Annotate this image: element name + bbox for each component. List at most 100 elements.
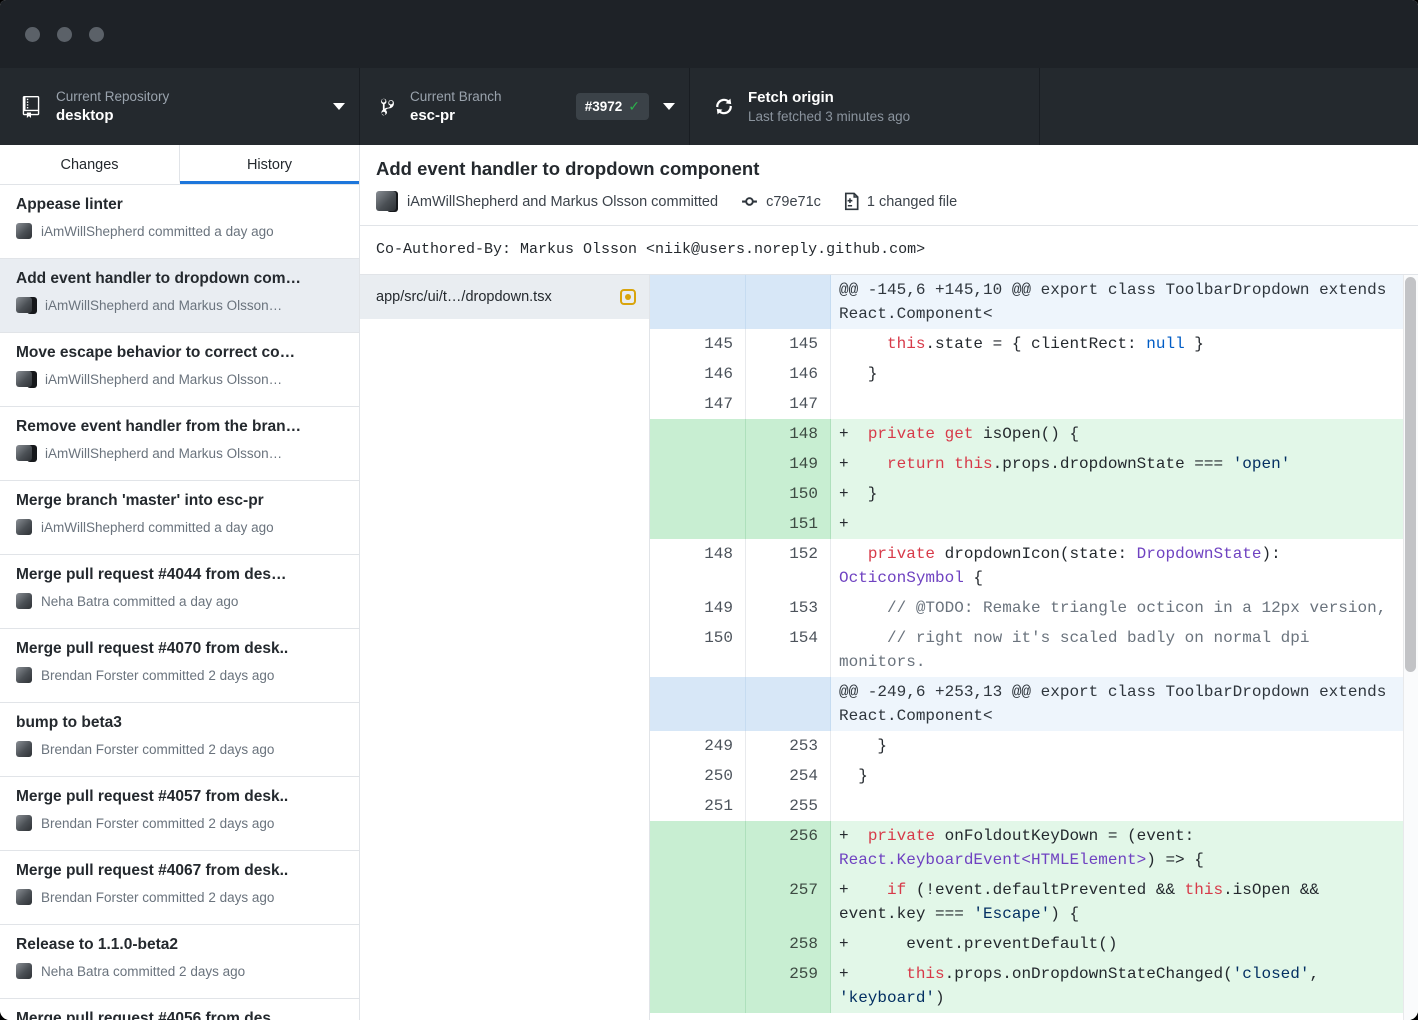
diff-row: 258+ event.preventDefault() <box>650 929 1418 959</box>
git-commit-icon <box>740 193 759 210</box>
commit-item-title: Release to 1.1.0-beta2 <box>16 936 345 954</box>
old-line-number <box>650 959 746 1013</box>
scrollbar-thumb[interactable] <box>1405 277 1416 672</box>
commit-item-title: Move escape behavior to correct co… <box>16 344 345 362</box>
code-line: } <box>831 761 1418 791</box>
diff-scrollbar[interactable] <box>1403 275 1418 1020</box>
current-branch-label: Current Branch <box>410 89 502 104</box>
commit-list-item[interactable]: Appease linteriAmWillShepherd committed … <box>0 185 359 259</box>
minimize-window-button[interactable] <box>57 27 72 42</box>
old-line-number <box>650 821 746 875</box>
commit-item-byline: iAmWillShepherd committed a day ago <box>41 520 274 535</box>
git-branch-icon <box>380 96 394 118</box>
commit-item-byline: Neha Batra committed a day ago <box>41 594 238 609</box>
new-line-number: 254 <box>746 761 831 791</box>
new-line-number: 154 <box>746 623 831 677</box>
commit-list-item[interactable]: Merge pull request #4070 from desk..Bren… <box>0 629 359 703</box>
avatar <box>16 445 32 461</box>
avatar <box>16 297 32 313</box>
file-path: app/src/ui/t…/dropdown.tsx <box>376 289 620 305</box>
diff-row: 249253 } <box>650 731 1418 761</box>
commit-title: Add event handler to dropdown component <box>376 158 1402 180</box>
new-line-number: 146 <box>746 359 831 389</box>
diff-row: 150+ } <box>650 479 1418 509</box>
diff-row: 145145 this.state = { clientRect: null } <box>650 329 1418 359</box>
chevron-down-icon <box>663 103 675 110</box>
avatar <box>16 815 32 831</box>
commit-item-byline: Neha Batra committed 2 days ago <box>41 964 245 979</box>
window-controls <box>25 27 104 42</box>
code-line: this.state = { clientRect: null } <box>831 329 1418 359</box>
commit-list-item[interactable]: Add event handler to dropdown com…iAmWil… <box>0 259 359 333</box>
file-list-item[interactable]: app/src/ui/t…/dropdown.tsx <box>360 275 649 319</box>
commit-list-item[interactable]: Move escape behavior to correct co… iAmWi… <box>0 333 359 407</box>
code-line: + private onFoldoutKeyDown = (event: Rea… <box>831 821 1418 875</box>
toolbar: Current Repository desktop Current Branc… <box>0 68 1418 145</box>
diff-rows: @@ -145,6 +145,10 @@ export class Toolba… <box>650 275 1418 1013</box>
commit-item-title: Appease linter <box>16 196 345 214</box>
old-line-number <box>650 875 746 929</box>
avatar <box>16 889 32 905</box>
sidebar-tabs: ChangesHistory <box>0 145 359 185</box>
commit-item-title: Merge pull request #4056 from des… <box>16 1010 345 1020</box>
new-line-number: 147 <box>746 389 831 419</box>
new-line-number: 256 <box>746 821 831 875</box>
avatar <box>16 519 32 535</box>
fetch-origin-title: Fetch origin <box>748 89 910 106</box>
fetch-origin-subtitle: Last fetched 3 minutes ago <box>748 109 910 124</box>
maximize-window-button[interactable] <box>89 27 104 42</box>
commit-authors-text: iAmWillShepherd and Markus Olsson commit… <box>407 194 718 210</box>
pr-number-badge: #3972 ✓ <box>576 93 649 120</box>
commit-item-byline: iAmWillShepherd and Markus Olsson… <box>45 446 282 461</box>
commit-list-item[interactable]: Remove event handler from the bran…iAmWi… <box>0 407 359 481</box>
commit-list-item[interactable]: Merge pull request #4044 from des…Neha B… <box>0 555 359 629</box>
code-line: + private get isOpen() { <box>831 419 1418 449</box>
commit-item-meta: Neha Batra committed a day ago <box>16 593 345 610</box>
avatar <box>16 741 33 758</box>
commit-item-meta: Neha Batra committed 2 days ago <box>16 963 345 980</box>
close-window-button[interactable] <box>25 27 40 42</box>
code-line <box>831 791 1418 821</box>
current-repository-button[interactable]: Current Repository desktop <box>0 68 360 145</box>
commit-list-item[interactable]: Release to 1.1.0-beta2 Neha Batra committ… <box>0 925 359 999</box>
tab-history[interactable]: History <box>180 145 359 184</box>
avatar <box>376 191 396 211</box>
app-window: Current Repository desktop Current Branc… <box>0 0 1418 1020</box>
commit-item-title: bump to beta3 <box>16 714 345 732</box>
old-line-number <box>650 419 746 449</box>
new-line-number: 253 <box>746 731 831 761</box>
fetch-origin-button[interactable]: Fetch origin Last fetched 3 minutes ago <box>690 68 1040 145</box>
diff-row: @@ -249,6 +253,13 @@ export class Toolba… <box>650 677 1418 731</box>
commit-list-item[interactable]: Merge pull request #4056 from des… <box>0 999 359 1020</box>
diff-row: 146146 } <box>650 359 1418 389</box>
avatar <box>16 593 32 609</box>
commit-list-item[interactable]: Merge branch 'master' into esc-pr iAmWill… <box>0 481 359 555</box>
tab-changes[interactable]: Changes <box>0 145 180 184</box>
commit-item-meta: iAmWillShepherd and Markus Olsson… <box>16 371 345 388</box>
commit-list-item[interactable]: bump to beta3 Brendan Forster committed 2… <box>0 703 359 777</box>
commit-item-title: Merge branch 'master' into esc-pr <box>16 492 345 510</box>
file-modified-status-icon <box>620 289 636 305</box>
commit-item-meta: iAmWillShepherd committed a day ago <box>16 519 345 536</box>
old-line-number <box>650 275 746 329</box>
avatar <box>16 593 33 610</box>
avatar <box>16 371 37 388</box>
avatar <box>16 223 33 240</box>
hunk-header: @@ -249,6 +253,13 @@ export class Toolba… <box>831 677 1418 731</box>
diff-row: 148+ private get isOpen() { <box>650 419 1418 449</box>
commit-item-meta: Brendan Forster committed 2 days ago <box>16 741 345 758</box>
commit-item-byline: iAmWillShepherd and Markus Olsson… <box>45 372 282 387</box>
new-line-number: 257 <box>746 875 831 929</box>
code-line: private dropdownIcon(state: DropdownStat… <box>831 539 1418 593</box>
toolbar-empty-area <box>1040 68 1418 145</box>
old-line-number <box>650 677 746 731</box>
sync-icon <box>716 96 732 117</box>
old-line-number: 250 <box>650 761 746 791</box>
avatar <box>16 889 33 906</box>
commit-list-item[interactable]: Merge pull request #4067 from desk..Bren… <box>0 851 359 925</box>
current-branch-value: esc-pr <box>410 107 502 124</box>
commit-list-item[interactable]: Merge pull request #4057 from desk..Bren… <box>0 777 359 851</box>
new-line-number: 145 <box>746 329 831 359</box>
new-line-number: 258 <box>746 929 831 959</box>
current-branch-button[interactable]: Current Branch esc-pr #3972 ✓ <box>360 68 690 145</box>
